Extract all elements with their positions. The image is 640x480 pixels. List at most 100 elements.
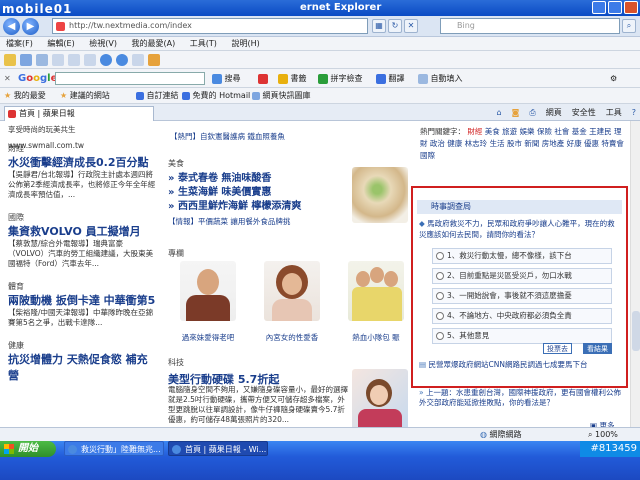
keyword-15[interactable]: 房地產	[542, 139, 565, 148]
fav-item-hotmail[interactable]: 免費的 Hotmail	[182, 88, 250, 104]
refresh-icon[interactable]: ↻	[388, 19, 402, 33]
tab-apple-daily[interactable]: 首頁 | 蘋果日報	[4, 106, 154, 121]
columnist-caption-3[interactable]: 熱血小隊包 賑	[341, 332, 411, 343]
vertical-scrollbar[interactable]	[630, 121, 640, 427]
tech-photo[interactable]	[352, 369, 408, 427]
google-spellcheck-button[interactable]: 拼字檢查	[318, 69, 363, 88]
keyword-6[interactable]: 基金	[572, 127, 587, 136]
minimize-button[interactable]	[592, 1, 606, 14]
search-input[interactable]: Bing	[440, 18, 620, 34]
page-icon[interactable]	[132, 54, 144, 66]
keyword-19[interactable]: 國際	[420, 151, 435, 160]
menu-tools[interactable]: 工具(T)	[190, 39, 217, 48]
poll-option-5[interactable]: 5、其他意見	[432, 328, 612, 344]
paste-icon[interactable]	[84, 54, 96, 66]
keyword-16[interactable]: 好康	[567, 139, 582, 148]
print-icon[interactable]	[36, 54, 48, 66]
columnist-photo-3[interactable]	[348, 261, 404, 321]
results-button[interactable]: 看結果	[583, 343, 612, 354]
google-extra-icon[interactable]	[258, 69, 268, 88]
headline-sports[interactable]: 兩陂動機 扳倒卡達 中華衝第5	[8, 292, 158, 308]
food-photo[interactable]	[352, 167, 408, 223]
zoom-in-icon[interactable]	[100, 54, 112, 66]
taskbar-task-2[interactable]: 首頁 | 蘋果日報 - Wi...	[168, 441, 268, 456]
fav-item-suggested[interactable]: ★ 建議的網站	[60, 88, 110, 104]
close-toolbar-icon[interactable]: ✕	[4, 69, 11, 88]
poll-previous[interactable]: » 上一題：水患重創台灣，國際神援政府，更有國會權利公佈外交部政府能延掀挫敗點，…	[419, 388, 624, 408]
google-autofill-button[interactable]: 自動填入	[418, 69, 463, 88]
search-icon[interactable]: ⌕	[622, 19, 636, 33]
zoom-status[interactable]: ⌕ 100%	[588, 428, 618, 442]
menu-file[interactable]: 檔案(F)	[6, 39, 33, 48]
taskbar-task-1[interactable]: 救災行動」陸難無兆...	[64, 441, 164, 456]
maximize-button[interactable]	[608, 1, 622, 14]
feed-icon[interactable]: ◙	[512, 104, 520, 121]
folder-icon[interactable]	[4, 54, 16, 66]
keyword-9[interactable]: 政治	[430, 139, 445, 148]
keyword-7[interactable]: 王建民	[589, 127, 612, 136]
menu-view[interactable]: 檢視(V)	[89, 39, 117, 48]
close-button[interactable]	[624, 1, 638, 14]
cut-icon[interactable]	[52, 54, 64, 66]
compat-icon[interactable]: ▦	[372, 19, 386, 33]
google-settings-icon[interactable]: ⚙	[610, 69, 617, 88]
home-icon[interactable]: ⌂	[497, 104, 502, 121]
keyword-0[interactable]: 財經	[467, 127, 482, 136]
keyword-4[interactable]: 保險	[537, 127, 552, 136]
keyword-5[interactable]: 社會	[554, 127, 569, 136]
poll-footer-link[interactable]: ▤ 民營眾爆政府網站CNN網路民調過七成要馬下台	[419, 360, 624, 370]
back-icon[interactable]: ◀	[3, 18, 20, 35]
poll-option-1[interactable]: 1、救災行動太慢，總不像樣，該下台	[432, 248, 612, 264]
keyword-13[interactable]: 股市	[507, 139, 522, 148]
keyword-10[interactable]: 健康	[447, 139, 462, 148]
fav-item-custom[interactable]: 自訂連結	[136, 88, 179, 104]
headline-finance[interactable]: 水災衝擊經濟成長0.2百分點	[8, 154, 158, 170]
food-item-1[interactable]: » 泰式春卷 無油味酸香	[168, 172, 348, 186]
keyword-17[interactable]: 優惠	[584, 139, 599, 148]
menu-favorites[interactable]: 我的最愛(A)	[132, 39, 176, 48]
scroll-thumb[interactable]	[632, 311, 640, 351]
keyword-3[interactable]: 娛樂	[520, 127, 535, 136]
tools-menu[interactable]: 工具	[606, 104, 622, 121]
food-item-3[interactable]: » 西西里鮮炸海鮮 檸檬添清爽	[168, 200, 348, 214]
favorites-button[interactable]: ★ 我的最愛	[4, 88, 46, 104]
columnist-caption-2[interactable]: 內宮女的性愛香	[257, 332, 327, 343]
address-input[interactable]: http://tw.nextmedia.com/index	[52, 18, 368, 34]
google-bookmarks-button[interactable]: 書籤	[278, 69, 307, 88]
hot-item[interactable]: 【熱門】自欽憲醫護病 鐵血照養魚	[170, 131, 400, 142]
columnist-caption-1[interactable]: 過來妹愛得老吧	[173, 332, 243, 343]
start-button[interactable]: 開始	[0, 441, 56, 457]
keyword-18[interactable]: 特賣會	[601, 139, 624, 148]
poll-option-3[interactable]: 3、一開始說會，事後就不須這麼擔憂	[432, 288, 612, 304]
google-search-input[interactable]	[55, 72, 205, 85]
poll-option-2[interactable]: 2、目前重點是災區受災戶，勿口水戰	[432, 268, 612, 284]
stop-icon[interactable]: ✕	[404, 19, 418, 33]
safety-menu[interactable]: 安全性	[572, 104, 596, 121]
keyword-11[interactable]: 林志玲	[465, 139, 488, 148]
keyword-12[interactable]: 生活	[490, 139, 505, 148]
headline-international[interactable]: 集資救VOLVO 員工擬增月	[8, 223, 158, 239]
vote-button[interactable]: 投票去	[543, 343, 572, 354]
google-search-button[interactable]: 搜尋	[212, 69, 241, 88]
food-item-2[interactable]: » 生菜海鮮 味美價實惠	[168, 186, 348, 200]
save-icon[interactable]	[20, 54, 32, 66]
keyword-1[interactable]: 美食	[485, 127, 500, 136]
star-icon[interactable]	[148, 54, 160, 66]
keyword-14[interactable]: 新聞	[524, 139, 539, 148]
headline-health[interactable]: 抗災增體力 天熱促食慾 補充營	[8, 351, 158, 383]
columnist-photo-2[interactable]	[264, 261, 320, 321]
menu-edit[interactable]: 編輯(E)	[47, 39, 74, 48]
food-tag[interactable]: 【情報】平價蔬菜 讓用餐外食品牌挑	[168, 216, 348, 227]
help-icon[interactable]: ?	[632, 104, 636, 121]
fav-item-webslice[interactable]: 網頁快訊圖庫	[252, 88, 311, 104]
forward-icon[interactable]: ▶	[22, 18, 39, 35]
print-menu-icon[interactable]: ⎙	[529, 104, 535, 121]
page-menu[interactable]: 網頁	[546, 104, 562, 121]
copy-icon[interactable]	[68, 54, 80, 66]
poll-option-4[interactable]: 4、不論地方、中央政府都必須負全責	[432, 308, 612, 324]
zoom-out-icon[interactable]	[116, 54, 128, 66]
columnist-photo-1[interactable]	[180, 261, 236, 321]
google-translate-button[interactable]: 翻譯	[376, 69, 405, 88]
keyword-2[interactable]: 旅遊	[502, 127, 517, 136]
menu-help[interactable]: 說明(H)	[231, 39, 259, 48]
